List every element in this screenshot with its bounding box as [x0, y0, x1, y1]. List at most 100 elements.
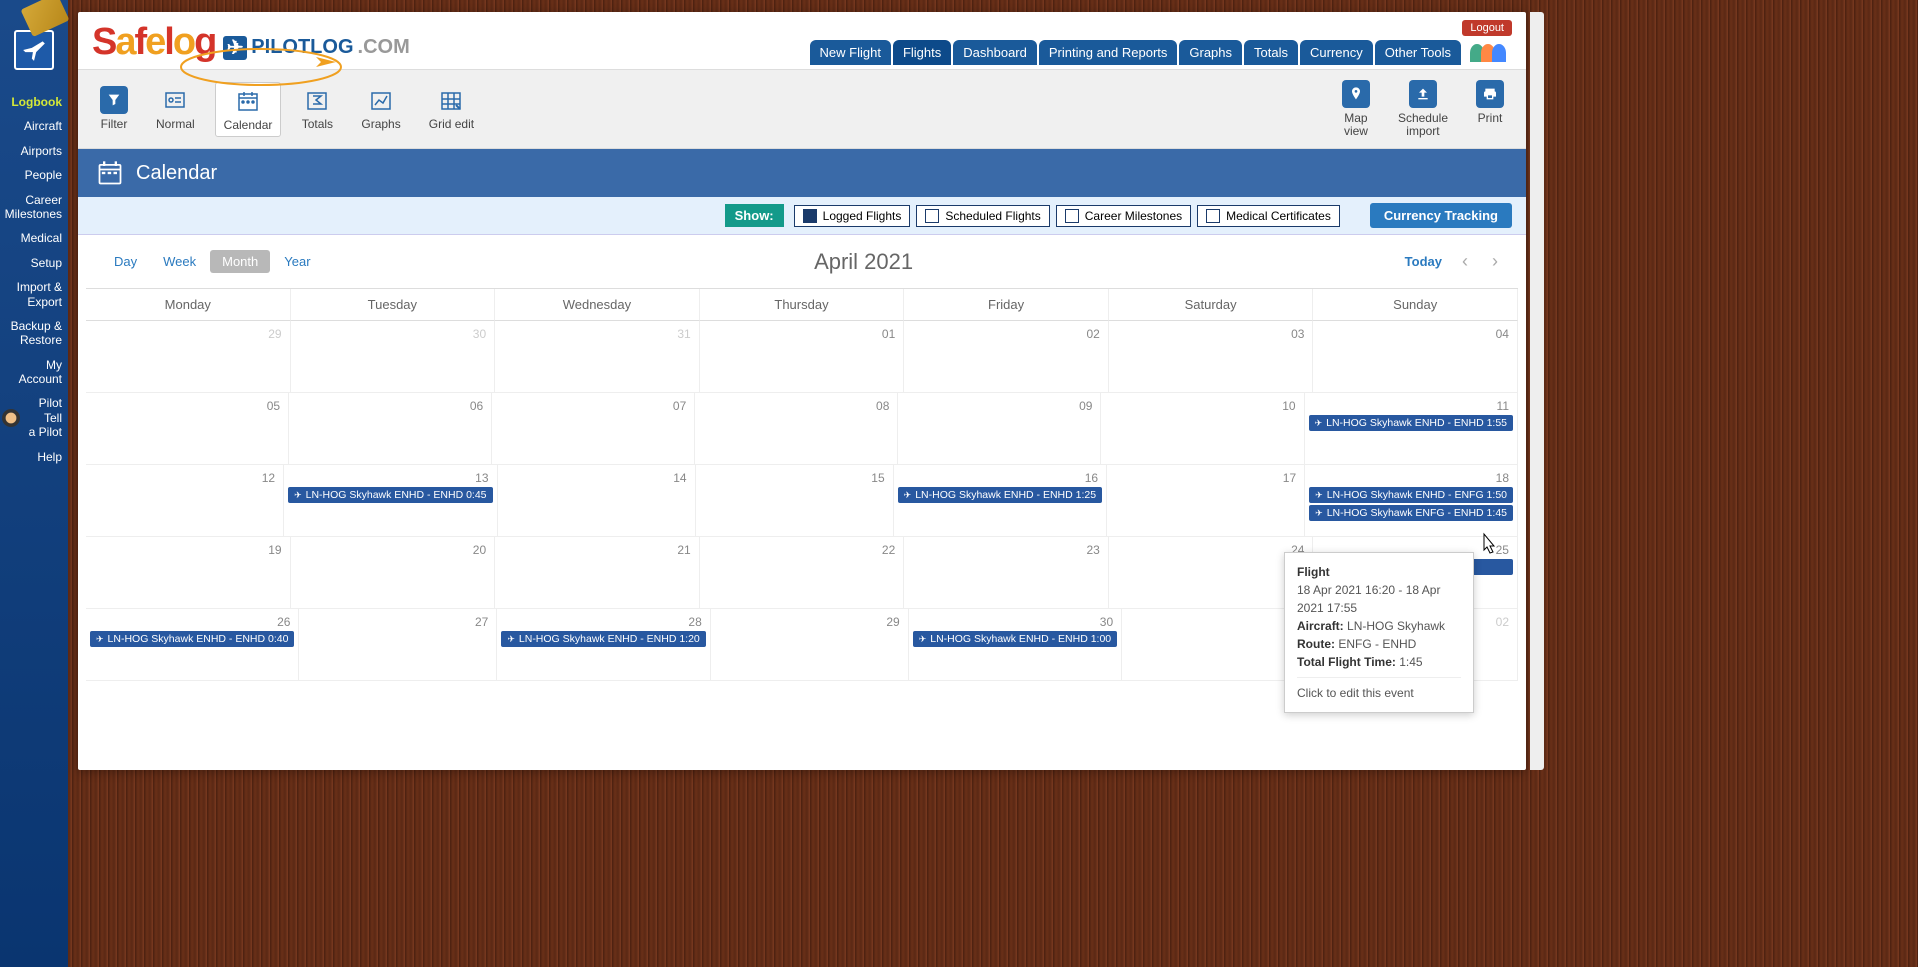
flight-event[interactable]: ✈LN-HOG Skyhawk ENFG - ENHD 1:45	[1309, 505, 1513, 521]
header: Safelog ✈ PILOTLOG.COM Logout New Flight…	[78, 12, 1526, 70]
day-cell[interactable]: 10	[1101, 393, 1304, 464]
day-cell[interactable]: 26✈LN-HOG Skyhawk ENHD - ENHD 0:40	[86, 609, 299, 680]
view-year-button[interactable]: Year	[272, 250, 322, 273]
toolbar: Filter NormalCalendarTotalsGraphsGrid edi…	[78, 70, 1526, 149]
toolbar-print-button[interactable]: Print	[1468, 76, 1512, 142]
day-cell[interactable]: 15	[696, 465, 894, 536]
toolbar-schedule-import-button[interactable]: Scheduleimport	[1390, 76, 1456, 142]
day-cell[interactable]: 14	[498, 465, 696, 536]
filter-scheduled-flights[interactable]: Scheduled Flights	[916, 205, 1049, 227]
day-header: Tuesday	[291, 289, 496, 321]
toolbar-normal-button[interactable]: Normal	[148, 82, 203, 137]
plane-icon: ✈	[919, 634, 927, 645]
day-cell[interactable]: 29	[711, 609, 909, 680]
calendar-controls: DayWeekMonthYear April 2021 Today ‹ ›	[78, 235, 1526, 288]
day-cell[interactable]: 05	[86, 393, 289, 464]
day-cell[interactable]: 04	[1313, 321, 1518, 392]
flight-event[interactable]: ✈LN-HOG Skyhawk ENHD - ENHD 1:00	[913, 631, 1117, 647]
flight-event[interactable]: ✈LN-HOG Skyhawk ENHD - ENHD 0:45	[288, 487, 492, 503]
filter-medical-certificates[interactable]: Medical Certificates	[1197, 205, 1340, 227]
toolbar-graphs-button[interactable]: Graphs	[353, 82, 408, 137]
toolbar-map-view-button[interactable]: Mapview	[1334, 76, 1378, 142]
day-cell[interactable]: 21	[495, 537, 700, 608]
toolbar-grid-edit-button[interactable]: Grid edit	[421, 82, 482, 137]
day-cell[interactable]: 22	[700, 537, 905, 608]
sidebar-item-people[interactable]: People	[0, 163, 68, 187]
day-cell[interactable]: 09	[898, 393, 1101, 464]
tab-new-flight[interactable]: New Flight	[810, 40, 891, 65]
day-cell[interactable]: 30	[291, 321, 496, 392]
view-month-button[interactable]: Month	[210, 250, 270, 273]
filter-logged-flights[interactable]: Logged Flights	[794, 205, 911, 227]
day-cell[interactable]: 31	[495, 321, 700, 392]
currency-tracking-button[interactable]: Currency Tracking	[1370, 203, 1512, 228]
day-cell[interactable]: 19	[86, 537, 291, 608]
calendar-icon	[96, 159, 124, 187]
view-week-button[interactable]: Week	[151, 250, 208, 273]
sidebar-item-career-milestones[interactable]: CareerMilestones	[0, 188, 68, 227]
day-cell[interactable]: 12	[86, 465, 284, 536]
tab-flights[interactable]: Flights	[893, 40, 951, 65]
prev-month-button[interactable]: ‹	[1458, 247, 1472, 276]
day-cell[interactable]: 20	[291, 537, 496, 608]
day-cell[interactable]: 18✈LN-HOG Skyhawk ENHD - ENFG 1:50✈LN-HO…	[1305, 465, 1518, 536]
tooltip-daterange: 18 Apr 2021 16:20 - 18 Apr 2021 17:55	[1297, 581, 1461, 617]
day-cell[interactable]: 17	[1107, 465, 1305, 536]
section-title: Calendar	[136, 162, 217, 185]
tab-printing-and-reports[interactable]: Printing and Reports	[1039, 40, 1178, 65]
toolbar-filter-button[interactable]: Filter	[92, 82, 136, 137]
event-tooltip: Flight 18 Apr 2021 16:20 - 18 Apr 2021 1…	[1284, 552, 1474, 713]
next-month-button[interactable]: ›	[1488, 247, 1502, 276]
day-cell[interactable]: 02	[904, 321, 1109, 392]
month-title: April 2021	[814, 249, 913, 275]
day-cell[interactable]: 11✈LN-HOG Skyhawk ENHD - ENHD 1:55	[1305, 393, 1518, 464]
flight-event[interactable]: ✈LN-HOG Skyhawk ENHD - ENHD 0:40	[90, 631, 294, 647]
logout-button[interactable]: Logout	[1462, 20, 1512, 36]
toolbar-totals-button[interactable]: Totals	[293, 82, 341, 137]
tab-dashboard[interactable]: Dashboard	[953, 40, 1037, 65]
day-header: Friday	[904, 289, 1109, 321]
sidebar-item-airports[interactable]: Airports	[0, 139, 68, 163]
flight-event[interactable]: ✈LN-HOG Skyhawk ENHD - ENHD 1:25	[898, 487, 1102, 503]
today-button[interactable]: Today	[1405, 254, 1442, 269]
day-cell[interactable]: 23	[904, 537, 1109, 608]
flight-event[interactable]: ✈LN-HOG Skyhawk ENHD - ENHD 1:20	[501, 631, 705, 647]
sidebar-item-setup[interactable]: Setup	[0, 251, 68, 275]
view-day-button[interactable]: Day	[102, 250, 149, 273]
day-cell[interactable]: 29	[86, 321, 291, 392]
day-cell[interactable]: 07	[492, 393, 695, 464]
day-cell[interactable]: 03	[1109, 321, 1314, 392]
sidebar-item-pilot-tell-a-pilot[interactable]: Pilot Tella Pilot	[0, 391, 68, 444]
tab-other-tools[interactable]: Other Tools	[1375, 40, 1461, 65]
filter-career-milestones[interactable]: Career Milestones	[1056, 205, 1191, 227]
day-cell[interactable]: 06	[289, 393, 492, 464]
sidebar-item-help[interactable]: Help	[0, 445, 68, 469]
tab-graphs[interactable]: Graphs	[1179, 40, 1242, 65]
toolbar-calendar-button[interactable]: Calendar	[215, 82, 282, 137]
day-cell[interactable]: 28✈LN-HOG Skyhawk ENHD - ENHD 1:20	[497, 609, 710, 680]
day-cell[interactable]: 24	[1109, 537, 1314, 608]
tooltip-title: Flight	[1297, 563, 1461, 581]
flight-event[interactable]: ✈LN-HOG Skyhawk ENHD - ENFG 1:50	[1309, 487, 1513, 503]
day-header: Thursday	[700, 289, 905, 321]
sidebar-item-medical[interactable]: Medical	[0, 226, 68, 250]
flight-event[interactable]: ✈LN-HOG Skyhawk ENHD - ENHD 1:55	[1309, 415, 1513, 431]
day-cell[interactable]: 01	[700, 321, 905, 392]
day-cell[interactable]: 08	[695, 393, 898, 464]
day-cell[interactable]: 30✈LN-HOG Skyhawk ENHD - ENHD 1:00	[909, 609, 1122, 680]
sidebar-item-my-account[interactable]: My Account	[0, 353, 68, 392]
day-cell[interactable]: 16✈LN-HOG Skyhawk ENHD - ENHD 1:25	[894, 465, 1107, 536]
people-icons[interactable]	[1467, 41, 1512, 65]
sidebar-item-logbook[interactable]: Logbook	[0, 90, 68, 114]
sigma-icon	[301, 86, 333, 114]
filter-icon	[100, 86, 128, 114]
day-cell[interactable]: 13✈LN-HOG Skyhawk ENHD - ENHD 0:45	[284, 465, 497, 536]
sidebar-item-aircraft[interactable]: Aircraft	[0, 114, 68, 138]
grid-icon	[435, 86, 467, 114]
day-cell[interactable]: 27	[299, 609, 497, 680]
tab-totals[interactable]: Totals	[1244, 40, 1298, 65]
sidebar-item-import-export[interactable]: Import &Export	[0, 275, 68, 314]
sidebar-item-backup-restore[interactable]: Backup &Restore	[0, 314, 68, 353]
section-header: Calendar	[78, 149, 1526, 197]
tab-currency[interactable]: Currency	[1300, 40, 1373, 65]
